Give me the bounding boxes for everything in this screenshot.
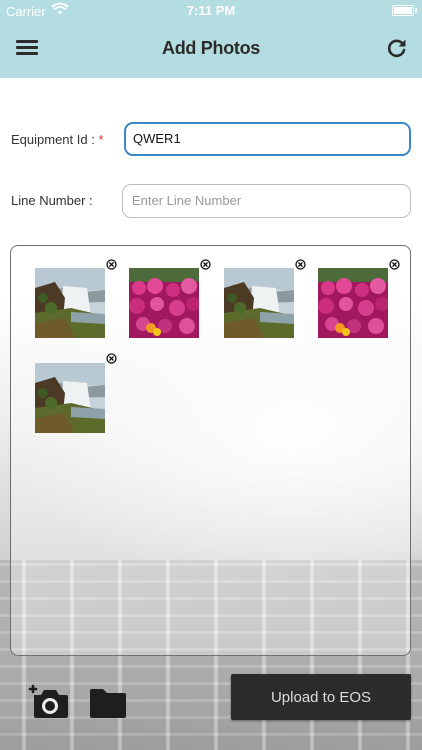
header-bar: Carrier 7:11 PM Add Photos: [0, 0, 422, 78]
photo-thumbnail-waterfall[interactable]: [224, 268, 294, 338]
add-camera-icon[interactable]: [28, 683, 70, 719]
refresh-icon[interactable]: [386, 37, 408, 59]
remove-photo-icon[interactable]: [106, 257, 117, 270]
remove-photo-icon[interactable]: [295, 257, 306, 270]
folder-icon[interactable]: [89, 687, 127, 718]
line-number-placeholder: Enter Line Number: [132, 193, 242, 208]
page-title: Add Photos: [162, 38, 260, 58]
equipment-id-field[interactable]: QWER1: [124, 122, 411, 156]
battery-icon: [392, 5, 417, 16]
clock: 7:11 PM: [186, 3, 236, 18]
photo-thumbnail-flowers[interactable]: [318, 268, 388, 338]
remove-photo-icon[interactable]: [200, 257, 211, 270]
equipment-id-label: Equipment Id : *: [11, 132, 104, 147]
equipment-id-value: QWER1: [133, 131, 181, 146]
photo-grid: [10, 245, 411, 656]
remove-photo-icon[interactable]: [106, 351, 117, 364]
remove-photo-icon[interactable]: [389, 257, 400, 270]
equipment-id-label-text: Equipment Id :: [11, 132, 99, 147]
line-number-field[interactable]: Enter Line Number: [122, 184, 411, 218]
status-bar: Carrier 7:11 PM: [0, 0, 422, 22]
photo-thumbnail-waterfall[interactable]: [35, 268, 105, 338]
required-marker: *: [98, 132, 104, 147]
photo-thumbnail-waterfall[interactable]: [35, 363, 105, 433]
photo-thumbnail-flowers[interactable]: [129, 268, 199, 338]
upload-to-eos-button[interactable]: Upload to EOS: [231, 674, 411, 720]
line-number-label: Line Number :: [11, 193, 93, 208]
